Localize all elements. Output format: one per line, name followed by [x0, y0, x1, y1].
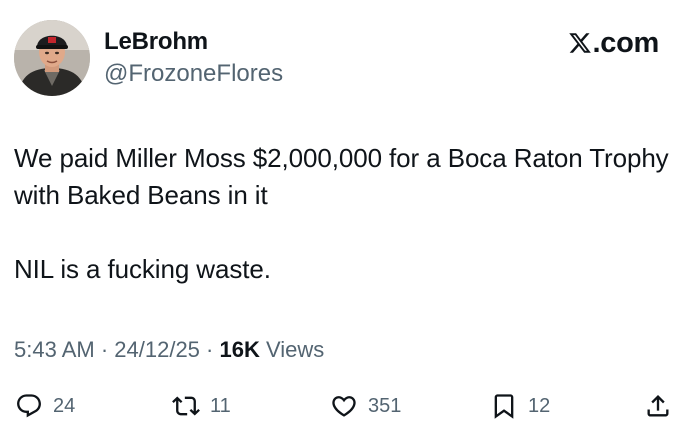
- repost-icon: [172, 396, 200, 416]
- tweet-text-line-1: We paid Miller Moss $2,000,000 for a Boc…: [14, 143, 669, 210]
- repost-button[interactable]: 11: [172, 390, 231, 422]
- brand-watermark: .com: [568, 26, 660, 60]
- bookmark-icon: [494, 394, 514, 419]
- reply-count: 24: [53, 394, 76, 417]
- avatar[interactable]: [14, 20, 90, 96]
- reply-icon: [17, 394, 41, 418]
- meta-separator: ·: [199, 337, 220, 362]
- share-button[interactable]: [644, 390, 672, 422]
- views-count[interactable]: 16K: [219, 337, 259, 362]
- avatar-image: [14, 20, 90, 96]
- like-count: 351: [368, 394, 402, 417]
- x-logo-icon: [568, 33, 591, 53]
- heart-icon: [332, 396, 356, 417]
- repost-count: 11: [210, 394, 231, 417]
- share-icon: [647, 395, 669, 417]
- tweet-text-line-2: NIL is a fucking waste.: [14, 254, 271, 284]
- reply-button[interactable]: 24: [15, 390, 75, 422]
- like-button[interactable]: 351: [330, 390, 401, 422]
- views-label: Views: [259, 337, 325, 362]
- display-name[interactable]: LeBrohm: [104, 28, 208, 56]
- bookmark-count: 12: [528, 394, 551, 417]
- meta-separator: ·: [94, 337, 115, 362]
- user-handle[interactable]: @FrozoneFlores: [104, 60, 283, 88]
- action-bar: 24 11 351 12: [0, 390, 689, 422]
- bookmark-button[interactable]: 12: [490, 390, 550, 422]
- tweet-text: We paid Miller Moss $2,000,000 for a Boc…: [14, 140, 674, 288]
- tweet-card: LeBrohm @FrozoneFlores .com We paid Mill…: [0, 0, 689, 448]
- brand-text: .com: [592, 27, 660, 59]
- tweet-meta: 5:43 AM · 24/12/25 · 16K Views: [14, 336, 324, 364]
- tweet-date[interactable]: 24/12/25: [114, 337, 200, 362]
- tweet-time[interactable]: 5:43 AM: [14, 337, 95, 362]
